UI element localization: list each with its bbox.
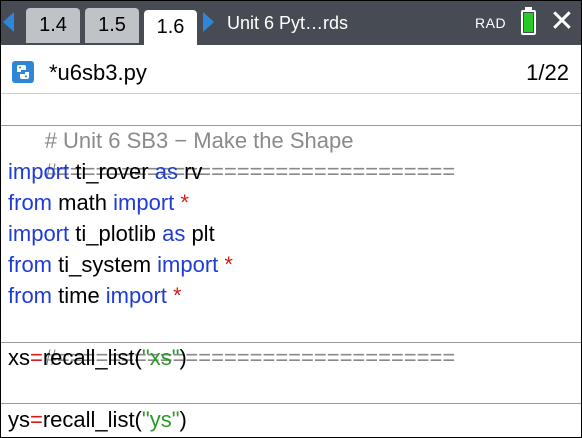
code-line-4[interactable]: from math import * xyxy=(8,187,578,218)
angle-mode-indicator: RAD xyxy=(475,15,507,31)
code-line-11[interactable]: ys=recall_list("ys") xyxy=(8,404,578,435)
tab-label: 1.4 xyxy=(39,14,67,36)
string-literal: "ys" xyxy=(141,407,180,432)
code-line-8[interactable]: #=============================== xyxy=(8,311,578,370)
close-icon[interactable]: ✕ xyxy=(549,5,575,39)
code-editor[interactable]: # Unit 6 SB3 − Make the Shape #=========… xyxy=(8,94,578,435)
tab-label: 1.6 xyxy=(156,16,185,38)
closing-paren: ) xyxy=(179,407,187,432)
module-name: time xyxy=(52,283,106,308)
tab-1-5[interactable]: 1.5 xyxy=(85,8,139,43)
alias-name: plt xyxy=(185,221,215,246)
code-line-7[interactable]: from time import * xyxy=(8,280,578,311)
tab-bar: 1.4 1.5 1.6 Unit 6 Pyt…rds RAD ✕ xyxy=(1,1,581,45)
keyword: import xyxy=(8,221,70,246)
string-literal: "xs" xyxy=(141,345,180,370)
line-separator xyxy=(1,403,581,404)
module-name: ti_system xyxy=(52,252,158,277)
tab-1-6[interactable]: 1.6 xyxy=(144,10,197,45)
wildcard: * xyxy=(218,252,233,277)
comment-text: # Unit 6 SB3 − Make the Shape xyxy=(44,128,354,153)
document-title: Unit 6 Pyt…rds xyxy=(227,13,349,33)
function-call: recall_list( xyxy=(42,407,142,432)
line-separator xyxy=(1,125,581,126)
module-name: math xyxy=(52,190,114,215)
calculator-screen: 1.4 1.5 1.6 Unit 6 Pyt…rds RAD ✕ *u6sb3.… xyxy=(0,0,582,438)
code-line-5[interactable]: import ti_plotlib as plt xyxy=(8,218,578,249)
tab-1-4[interactable]: 1.4 xyxy=(26,8,80,43)
tab-label: 1.5 xyxy=(98,14,126,36)
closing-paren: ) xyxy=(179,345,187,370)
keyword: as xyxy=(162,221,186,246)
line-page-indicator: 1/22 xyxy=(526,60,569,85)
module-name: ti_plotlib xyxy=(69,221,163,246)
alias-name: rv xyxy=(177,159,203,184)
assignment-operator: = xyxy=(30,345,43,370)
file-name: *u6sb3.py xyxy=(49,60,147,85)
file-header: *u6sb3.py 1/22 xyxy=(1,56,581,92)
next-page-arrow-icon[interactable] xyxy=(203,12,214,32)
keyword: import xyxy=(157,252,219,277)
keyword: as xyxy=(154,159,178,184)
keyword: import xyxy=(105,283,167,308)
code-line-10[interactable] xyxy=(8,373,578,404)
battery-level xyxy=(524,13,533,32)
code-line-6[interactable]: from ti_system import * xyxy=(8,249,578,280)
keyword: from xyxy=(8,252,52,277)
wildcard: * xyxy=(166,283,182,308)
variable-name: ys xyxy=(8,407,30,432)
python-file-icon xyxy=(12,61,34,83)
code-line-1[interactable]: # Unit 6 SB3 − Make the Shape xyxy=(8,94,578,153)
line-separator xyxy=(1,342,581,343)
battery-icon xyxy=(521,10,536,35)
keyword: import xyxy=(113,190,175,215)
variable-name: xs xyxy=(8,345,30,370)
assignment-operator: = xyxy=(30,407,43,432)
keyword: import xyxy=(8,159,70,184)
module-name: ti_rover xyxy=(69,159,155,184)
keyword: from xyxy=(8,190,52,215)
wildcard: * xyxy=(174,190,189,215)
function-call: recall_list( xyxy=(42,345,142,370)
keyword: from xyxy=(8,283,52,308)
previous-page-arrow-icon[interactable] xyxy=(3,12,14,32)
